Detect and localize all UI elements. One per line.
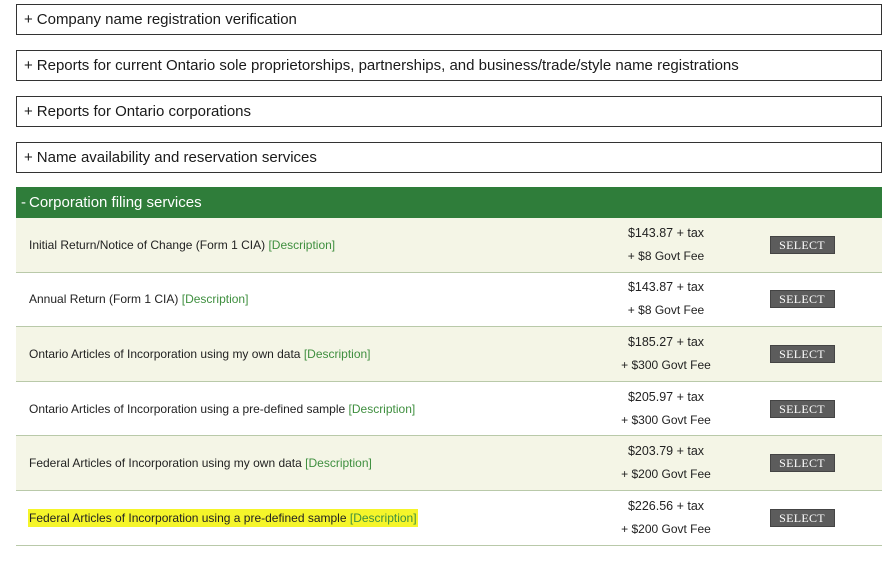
- accordion-name-availability[interactable]: + Name availability and reservation serv…: [16, 142, 882, 173]
- expand-sign: +: [24, 57, 33, 74]
- service-price: $203.79 + tax: [627, 444, 705, 459]
- accordion-ontario-registration-reports[interactable]: + Reports for current Ontario sole propr…: [16, 50, 882, 81]
- description-link[interactable]: [Description]: [268, 238, 335, 252]
- expand-sign: +: [24, 103, 33, 120]
- select-cell: SELECT: [736, 508, 882, 527]
- description-link[interactable]: [Description]: [182, 292, 249, 306]
- service-name: Ontario Articles of Incorporation using …: [29, 401, 346, 416]
- select-button[interactable]: SELECT: [769, 399, 835, 418]
- description-link[interactable]: [Description]: [305, 456, 372, 470]
- service-row: Ontario Articles of Incorporation using …: [16, 382, 882, 437]
- service-name-highlight: Federal Articles of Incorporation using …: [28, 508, 418, 527]
- select-cell: SELECT: [736, 235, 882, 254]
- service-row: Federal Articles of Incorporation using …: [16, 436, 882, 491]
- services-list: + Company name registration verification…: [16, 4, 882, 546]
- service-name-cell: Federal Articles of Incorporation using …: [16, 508, 596, 527]
- service-name-cell: Annual Return (Form 1 CIA) [Description]: [16, 292, 596, 306]
- price-cell: $185.27 + tax + $300 Govt Fee: [596, 331, 736, 377]
- service-name-highlight: Initial Return/Notice of Change (Form 1 …: [28, 236, 336, 254]
- description-link[interactable]: [Description]: [304, 347, 371, 361]
- select-cell: SELECT: [736, 399, 882, 418]
- expand-sign: +: [24, 149, 33, 166]
- select-button[interactable]: SELECT: [769, 508, 835, 527]
- panel-header-label: Corporation filing services: [29, 194, 202, 211]
- price-cell: $143.87 + tax + $8 Govt Fee: [596, 222, 736, 268]
- service-name: Annual Return (Form 1 CIA): [29, 292, 179, 307]
- service-price: $185.27 + tax: [627, 334, 705, 349]
- expand-sign: +: [24, 11, 33, 28]
- description-link[interactable]: [Description]: [349, 402, 416, 416]
- select-cell: SELECT: [736, 454, 882, 473]
- select-button[interactable]: SELECT: [769, 290, 835, 309]
- price-cell: $226.56 + tax + $200 Govt Fee: [596, 495, 736, 541]
- select-cell: SELECT: [736, 290, 882, 309]
- select-button[interactable]: SELECT: [769, 235, 835, 254]
- service-row: Ontario Articles of Incorporation using …: [16, 327, 882, 382]
- service-name-highlight: Ontario Articles of Incorporation using …: [28, 400, 416, 418]
- govt-fee: + $300 Govt Fee: [621, 412, 711, 427]
- service-name: Federal Articles of Incorporation using …: [29, 510, 347, 525]
- service-name-highlight: Ontario Articles of Incorporation using …: [28, 345, 372, 363]
- accordion-label: Company name registration verification: [36, 11, 297, 28]
- govt-fee: + $200 Govt Fee: [621, 521, 711, 536]
- select-button[interactable]: SELECT: [769, 454, 835, 473]
- select-button[interactable]: SELECT: [769, 344, 835, 363]
- accordion-ontario-corporation-reports[interactable]: + Reports for Ontario corporations: [16, 96, 882, 127]
- govt-fee: + $200 Govt Fee: [621, 467, 711, 482]
- service-name: Federal Articles of Incorporation using …: [29, 456, 302, 471]
- collapse-sign: -: [21, 194, 26, 211]
- govt-fee: + $8 Govt Fee: [627, 248, 705, 263]
- service-table: Initial Return/Notice of Change (Form 1 …: [16, 218, 882, 546]
- service-row: Initial Return/Notice of Change (Form 1 …: [16, 218, 882, 273]
- service-name-cell: Ontario Articles of Incorporation using …: [16, 347, 596, 361]
- service-price: $143.87 + tax: [627, 225, 705, 240]
- accordion-company-name-verification[interactable]: + Company name registration verification: [16, 4, 882, 35]
- service-name-highlight: Federal Articles of Incorporation using …: [28, 454, 373, 472]
- accordion-label: Reports for Ontario corporations: [36, 103, 252, 120]
- price-cell: $205.97 + tax + $300 Govt Fee: [596, 386, 736, 432]
- price-cell: $143.87 + tax + $8 Govt Fee: [596, 276, 736, 322]
- service-name: Ontario Articles of Incorporation using …: [29, 346, 301, 361]
- service-price: $143.87 + tax: [627, 280, 705, 295]
- govt-fee: + $8 Govt Fee: [627, 303, 705, 318]
- price-cell: $203.79 + tax + $200 Govt Fee: [596, 440, 736, 486]
- panel-header-corporation-filing[interactable]: - Corporation filing services: [16, 187, 882, 218]
- service-name-cell: Initial Return/Notice of Change (Form 1 …: [16, 238, 596, 252]
- service-row: Annual Return (Form 1 CIA) [Description]…: [16, 273, 882, 328]
- description-link[interactable]: [Description]: [350, 511, 417, 525]
- service-name-cell: Federal Articles of Incorporation using …: [16, 456, 596, 470]
- accordion-label: Name availability and reservation servic…: [36, 149, 317, 166]
- service-row: Federal Articles of Incorporation using …: [16, 491, 882, 546]
- service-name-cell: Ontario Articles of Incorporation using …: [16, 402, 596, 416]
- accordion-label: Reports for current Ontario sole proprie…: [36, 57, 739, 74]
- service-name-highlight: Annual Return (Form 1 CIA) [Description]: [28, 290, 249, 308]
- service-price: $226.56 + tax: [627, 498, 705, 513]
- service-price: $205.97 + tax: [627, 389, 705, 404]
- service-name: Initial Return/Notice of Change (Form 1 …: [29, 237, 266, 252]
- select-cell: SELECT: [736, 344, 882, 363]
- govt-fee: + $300 Govt Fee: [621, 357, 711, 372]
